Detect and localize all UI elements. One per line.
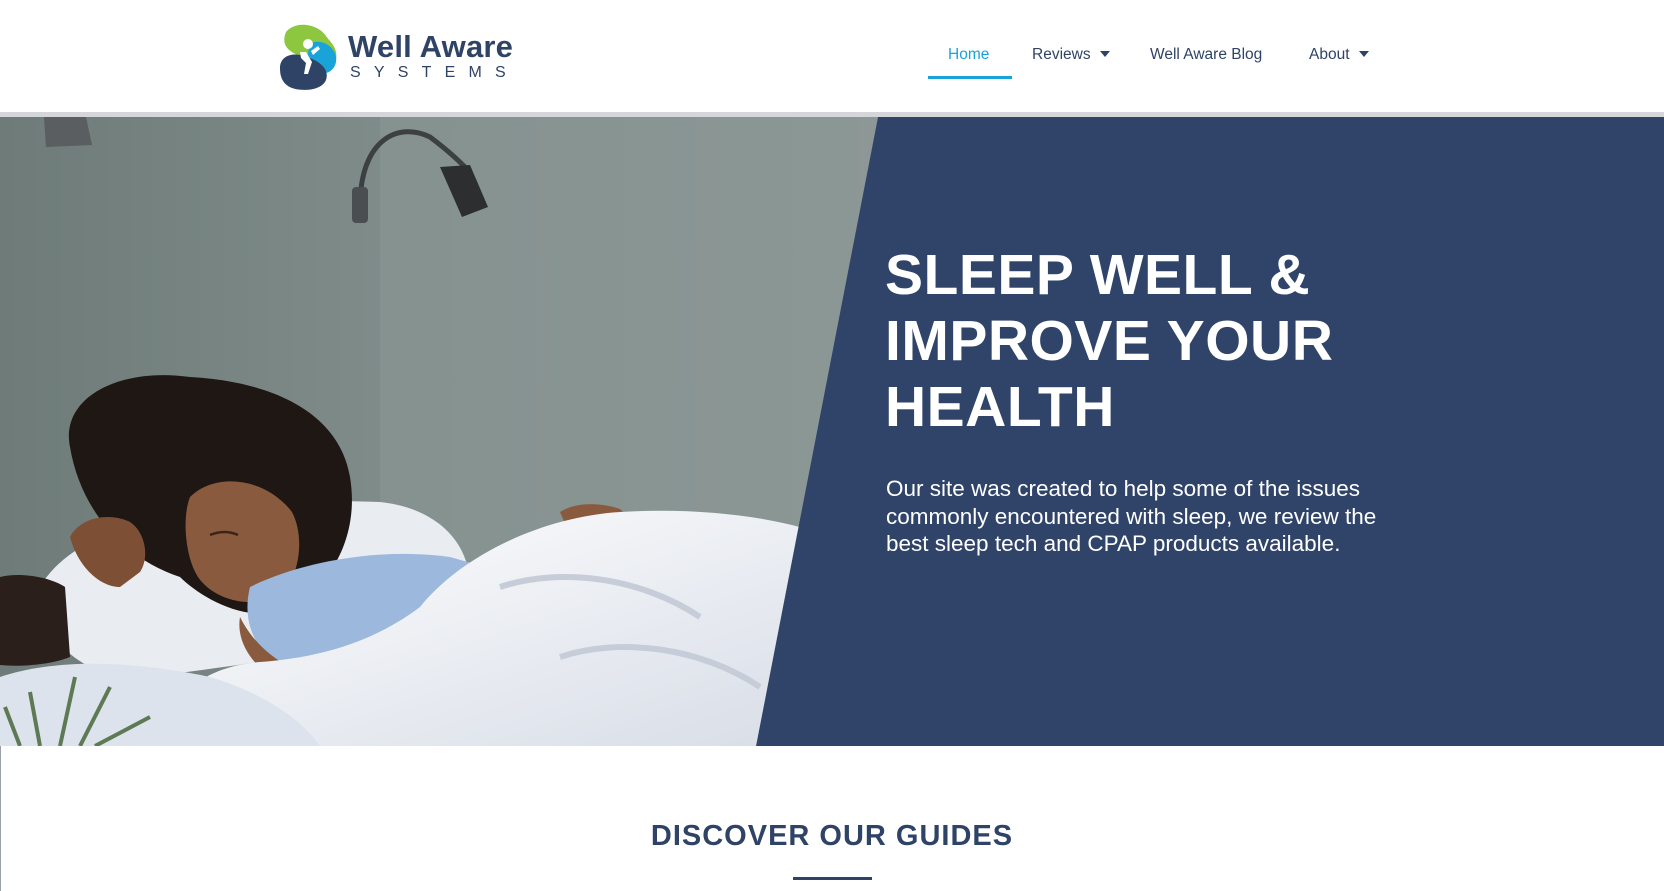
nav-item-home[interactable]: Home — [948, 38, 989, 78]
logo-icon — [280, 24, 337, 90]
hero-banner: SLEEP WELL & IMPROVE YOUR HEALTH Our sit… — [0, 117, 1664, 746]
hero-headline: SLEEP WELL & IMPROVE YOUR HEALTH — [885, 243, 1334, 439]
nav-item-label: Well Aware Blog — [1150, 46, 1263, 63]
logo-tagline: SYSTEMS — [350, 64, 519, 81]
site-logo-link[interactable]: Well Aware SYSTEMS — [274, 20, 524, 92]
heading-divider — [793, 877, 872, 880]
chevron-down-icon — [1099, 50, 1110, 57]
nav-item-label: Home — [948, 46, 990, 63]
nav-item-label: Reviews — [1032, 46, 1091, 63]
section-heading: DISCOVER OUR GUIDES — [650, 820, 1014, 852]
logo-wordmark: Well Aware — [348, 29, 514, 64]
woman-sleeping-photo — [0, 117, 878, 746]
nav-item-well-aware-blog[interactable]: Well Aware Blog — [1150, 38, 1262, 78]
nav-item-reviews[interactable]: Reviews — [1032, 38, 1110, 78]
nav-item-label: About — [1309, 46, 1350, 63]
hero-description: Our site was created to help some of the… — [886, 476, 1377, 556]
site-header: Well Aware SYSTEMS Home Reviews Well Awa… — [0, 0, 1664, 112]
nav-item-about[interactable]: About — [1309, 38, 1369, 78]
chevron-down-icon — [1358, 50, 1369, 57]
active-nav-underline — [928, 76, 1012, 79]
